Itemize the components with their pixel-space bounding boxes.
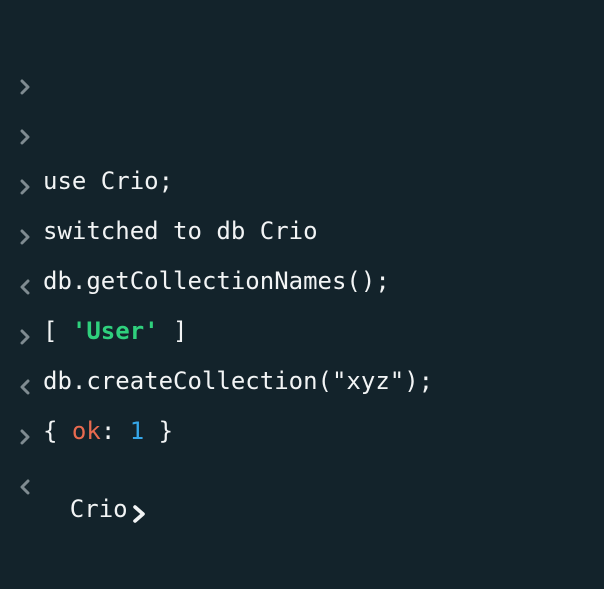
string-value: 'User' — [71, 317, 159, 345]
bracket-open: [ — [43, 317, 72, 345]
history-line — [0, 116, 604, 195]
output-text: switched to db Crio — [43, 217, 318, 245]
shell-prompt[interactable]: Crio — [12, 464, 148, 523]
chevron-right-icon — [17, 273, 33, 345]
mongo-shell-terminal[interactable]: use Crio; switched to db Crio db.getColl… — [0, 0, 604, 589]
chevron-left-icon — [17, 223, 33, 295]
chevron-right-icon — [17, 73, 33, 145]
input-text: db.createCollection("xyz"); — [43, 367, 434, 395]
brace-open: { — [43, 417, 72, 445]
chevron-right-icon — [17, 23, 33, 95]
history-line — [0, 16, 604, 95]
chevron-right-icon — [17, 373, 33, 445]
output-line: [ 'User' ] — [0, 316, 604, 395]
colon: : — [100, 417, 130, 445]
chevron-left-icon — [17, 423, 33, 495]
chevron-right-icon — [17, 123, 33, 195]
history-line: db.getCollectionNames(); — [0, 266, 604, 345]
output-line: switched to db Crio — [0, 216, 604, 295]
object-key: ok — [71, 417, 101, 445]
number-value: 1 — [129, 417, 145, 445]
prompt-db-name: Crio — [69, 495, 128, 523]
history-line — [0, 66, 604, 145]
output-array: [ 'User' ] — [43, 316, 188, 346]
bracket-close: ] — [158, 317, 188, 345]
chevron-right-icon — [130, 500, 148, 523]
output-object: { ok: 1 } — [43, 416, 173, 446]
brace-close: } — [144, 417, 174, 445]
chevron-left-icon — [17, 323, 33, 395]
history-line: use Crio; — [0, 166, 604, 245]
chevron-right-icon — [17, 173, 33, 245]
output-line: { ok: 1 } — [0, 416, 604, 495]
history-line: db.createCollection("xyz"); — [0, 366, 604, 445]
input-text: db.getCollectionNames(); — [43, 267, 390, 295]
input-text: use Crio; — [43, 167, 174, 195]
